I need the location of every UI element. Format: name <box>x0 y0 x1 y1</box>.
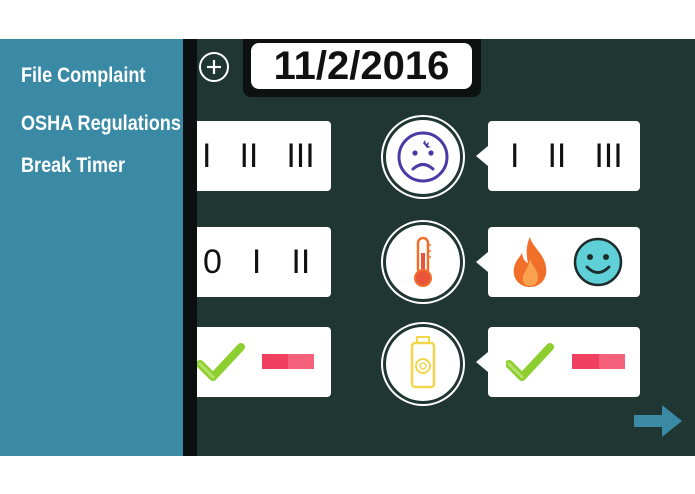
tally-option[interactable]: I <box>202 137 211 176</box>
smiley-face-icon[interactable] <box>572 236 624 288</box>
sad-face-button[interactable] <box>383 117 463 197</box>
add-button[interactable] <box>197 50 231 84</box>
plus-circle-icon <box>199 52 229 82</box>
sidebar-item-break-timer[interactable]: Break Timer <box>21 154 125 178</box>
left-count-card[interactable]: I II III <box>183 121 331 191</box>
tally-counts: 0 I II <box>203 227 310 297</box>
next-button[interactable] <box>632 403 684 439</box>
app-frame: 11/2/2016 I II III I II III 0 I II File … <box>0 39 695 456</box>
right-count-card[interactable]: I II III <box>476 121 640 191</box>
flame-icon[interactable] <box>508 235 552 289</box>
tally-option[interactable]: I <box>510 137 519 176</box>
progress-bar[interactable] <box>572 354 625 369</box>
tally-option[interactable]: III <box>286 137 314 176</box>
sidebar-item-file-complaint[interactable]: File Complaint <box>21 64 145 88</box>
water-bottle-icon <box>410 336 436 389</box>
temperature-button[interactable] <box>383 222 463 302</box>
right-hydration-card[interactable] <box>476 327 640 397</box>
date-label: 11/2/2016 <box>251 43 472 89</box>
date-header: 11/2/2016 <box>243 39 481 97</box>
sidebar-divider <box>183 39 197 456</box>
tally-option[interactable]: 0 <box>203 243 222 282</box>
check-icon[interactable] <box>506 341 554 383</box>
thermometer-icon <box>414 236 432 287</box>
tally-option[interactable]: I <box>252 243 261 282</box>
sidebar-item-osha-regulations[interactable]: OSHA Regulations <box>21 112 181 136</box>
tally-option[interactable]: III <box>594 137 622 176</box>
tally-counts: I II III <box>510 121 623 191</box>
check-icon[interactable] <box>197 341 245 383</box>
arrow-right-icon <box>634 405 682 437</box>
tally-option[interactable]: II <box>291 243 310 282</box>
tally-option[interactable]: II <box>239 137 258 176</box>
left-hydration-card[interactable] <box>183 327 331 397</box>
tally-counts: I II III <box>202 121 315 191</box>
progress-bar[interactable] <box>262 354 314 369</box>
tally-option[interactable]: II <box>547 137 566 176</box>
water-bottle-button[interactable] <box>383 324 463 404</box>
sad-face-icon <box>397 131 449 183</box>
right-temperature-card[interactable] <box>476 227 640 297</box>
left-count-card[interactable]: 0 I II <box>183 227 331 297</box>
sidebar: File Complaint OSHA Regulations Break Ti… <box>0 39 183 456</box>
